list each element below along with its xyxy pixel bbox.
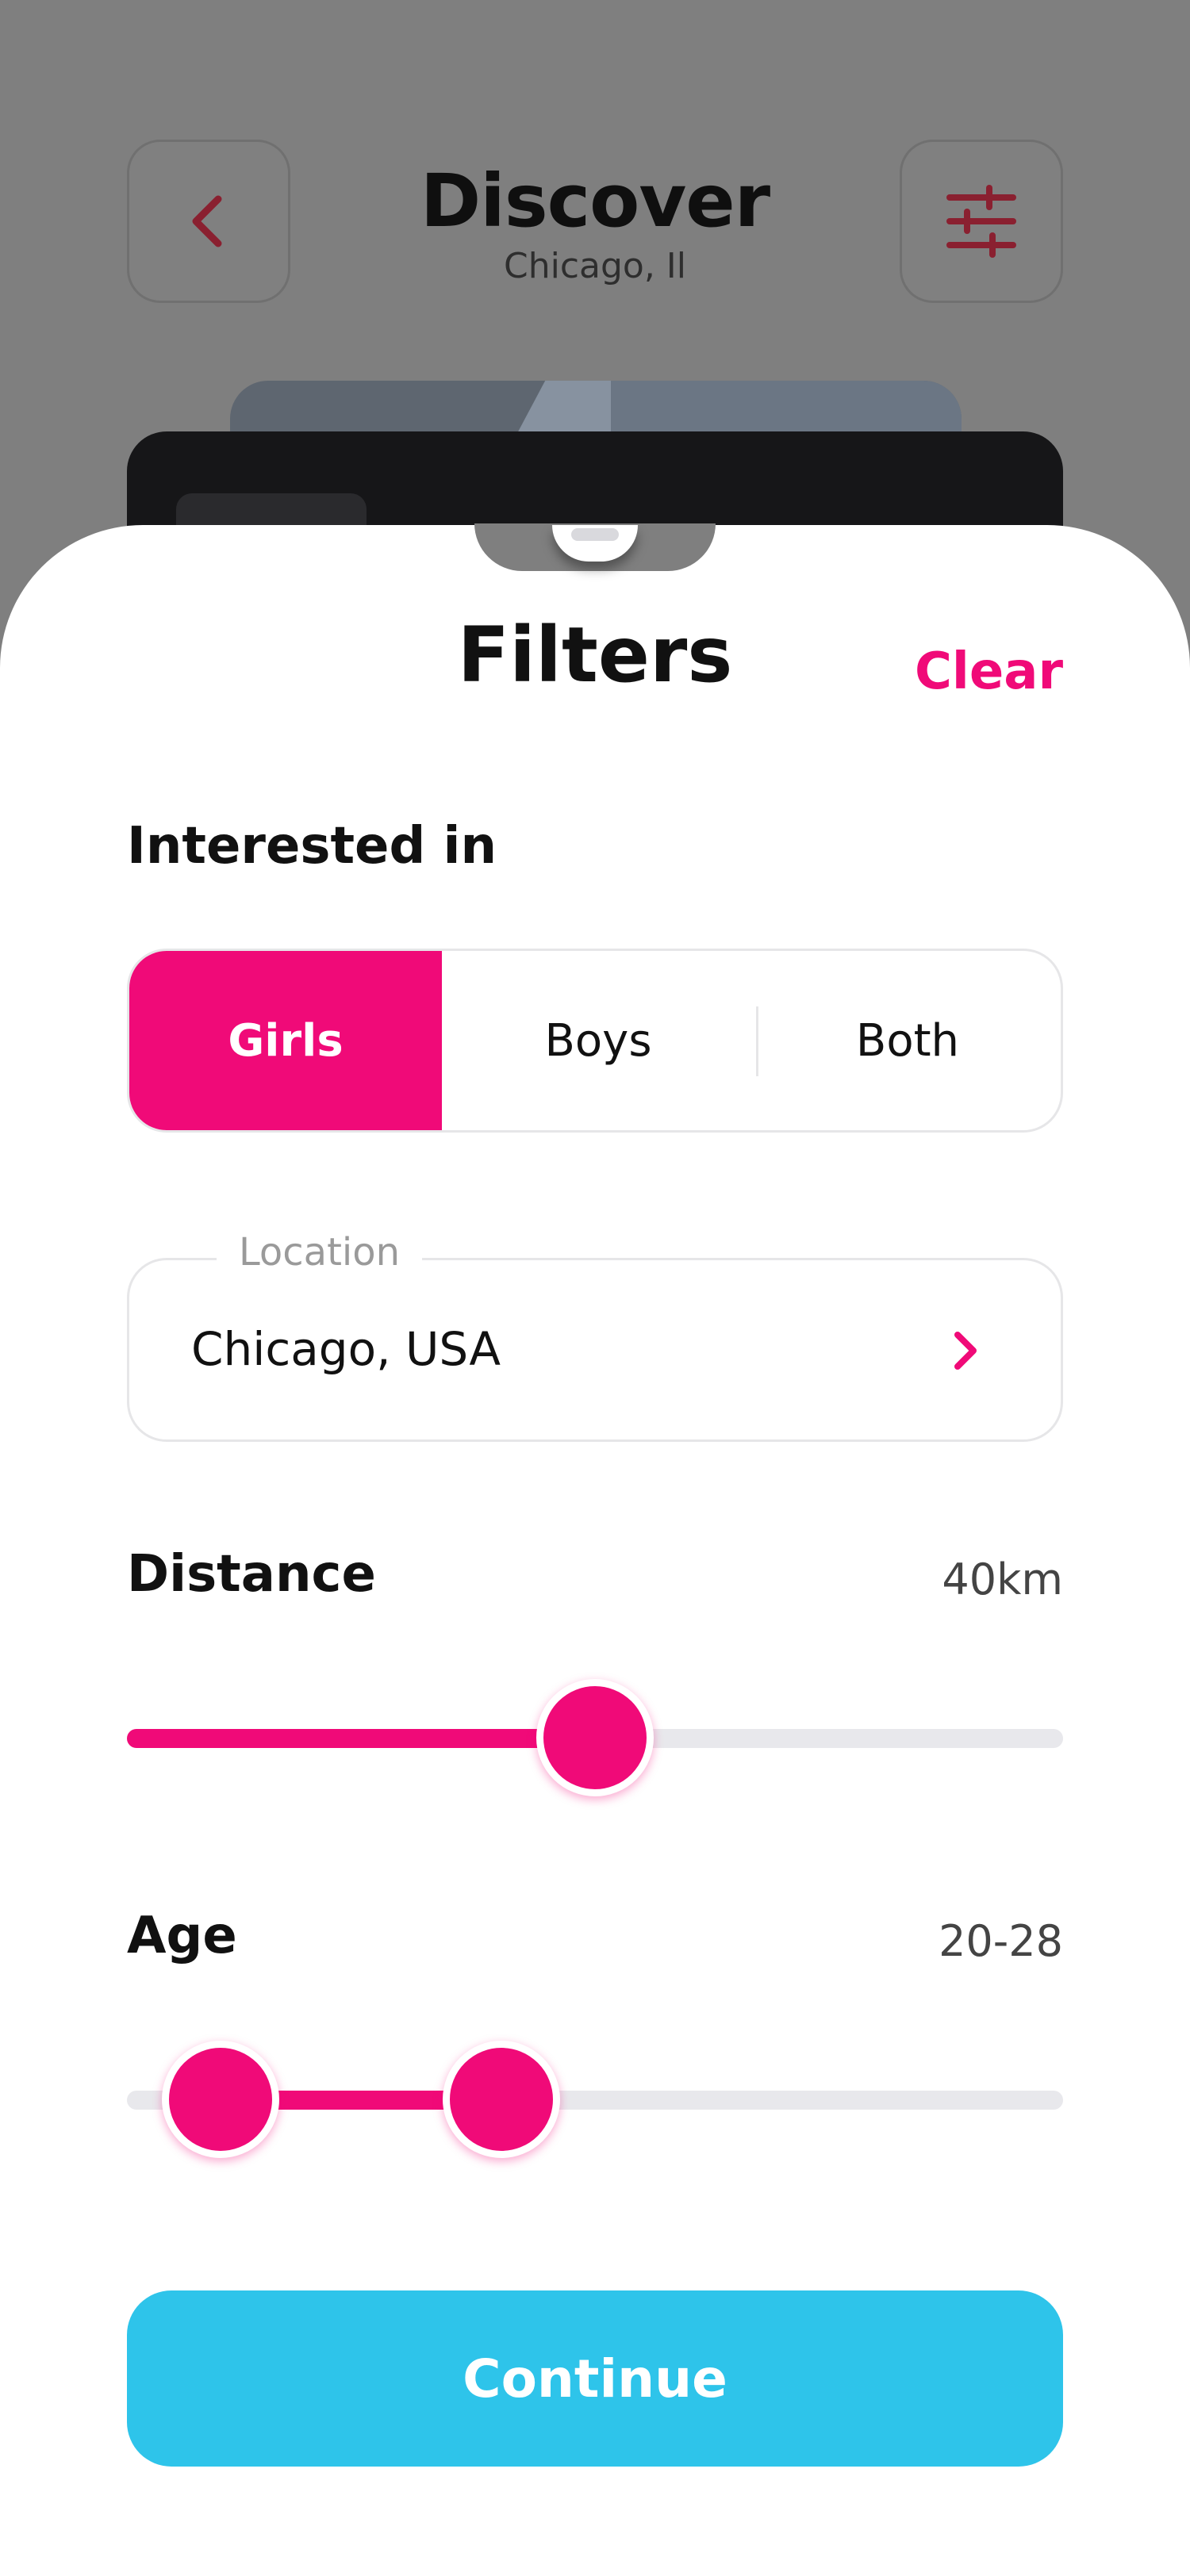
sheet-handle-bar (571, 528, 619, 541)
location-label: Location (217, 1230, 423, 1275)
sliders-icon (946, 185, 1016, 258)
filters-sheet: Filters Clear Interested in Girls Boys B… (0, 523, 1190, 2576)
age-label: Age (127, 1907, 237, 1965)
segment-boys[interactable]: Boys (442, 951, 754, 1130)
age-value: 20-28 (939, 1916, 1063, 1966)
distance-value: 40km (942, 1554, 1063, 1604)
distance-label: Distance (127, 1545, 376, 1604)
segment-divider (756, 1006, 758, 1076)
location-value: Chicago, USA (191, 1322, 501, 1376)
clear-button[interactable]: Clear (915, 642, 1063, 701)
distance-slider-thumb[interactable] (536, 1679, 654, 1796)
distance-slider-fill (127, 1729, 595, 1748)
segment-girls[interactable]: Girls (129, 951, 442, 1130)
chevron-right-icon (954, 1332, 977, 1370)
interested-in-segmented-control: Girls Boys Both (127, 949, 1063, 1133)
location-field[interactable]: Location Chicago, USA (127, 1230, 1063, 1442)
segment-both[interactable]: Both (754, 951, 1061, 1130)
filter-button[interactable] (900, 140, 1063, 303)
age-slider-thumb-min[interactable] (162, 2041, 279, 2158)
interested-in-label: Interested in (127, 817, 497, 876)
age-slider-thumb-max[interactable] (443, 2041, 560, 2158)
continue-button[interactable]: Continue (127, 2290, 1063, 2467)
